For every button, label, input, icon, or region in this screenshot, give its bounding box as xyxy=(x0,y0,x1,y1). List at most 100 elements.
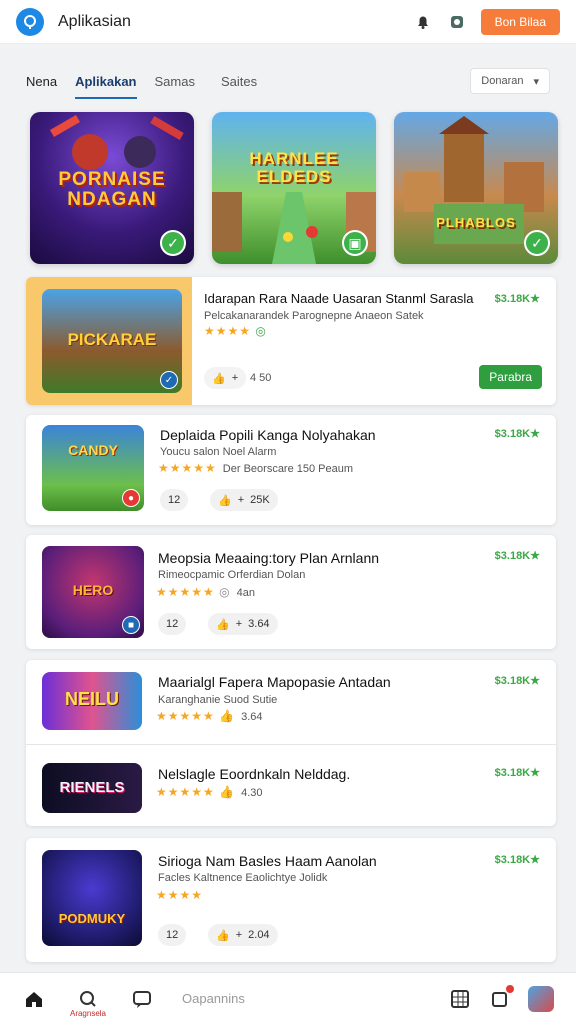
install-button[interactable]: Parabra xyxy=(479,365,542,389)
sort-dropdown[interactable]: Donaran ▾ xyxy=(470,68,550,94)
featured-row: PORNAISE NDAGAN ✓ HARNLEE ELDEDS ▣ PLHAB… xyxy=(30,112,558,264)
app-logo-icon[interactable] xyxy=(16,7,44,36)
star-rating: ★★★★★ Der Beorscare 150 Peaum xyxy=(158,461,354,475)
star-rating: ★★★★ xyxy=(156,888,204,902)
rating-note: 4.30 xyxy=(241,787,263,799)
price-badge: $3.18K★ xyxy=(494,293,540,305)
rating-note: 4an xyxy=(236,587,255,599)
tab-aplikakan[interactable]: Aplikakan xyxy=(75,68,137,99)
app-title[interactable]: Deplaida Popili Kanga Nolyahakan xyxy=(160,427,376,443)
rating-note: 3.64 xyxy=(241,711,263,723)
bottom-navigation: Aragnsela Oapannins xyxy=(0,972,576,1024)
check-icon: ✓ xyxy=(160,371,178,389)
rating-note: Der Beorscare 150 Peaum xyxy=(222,463,354,475)
app-title: Aplikasian xyxy=(58,12,131,30)
app-subtitle: Pelcakanarandek Parognepne Anaeon Satek xyxy=(204,310,424,322)
app-title[interactable]: Meopsia Meaaing:tory Plan Arnlann xyxy=(158,550,379,566)
image-icon[interactable]: ▣ xyxy=(342,230,368,256)
price-badge: $3.18K★ xyxy=(494,767,540,779)
home-icon[interactable] xyxy=(22,987,46,1011)
version-label: 12 xyxy=(168,494,181,506)
featured-art-text: PLHABLOS xyxy=(436,215,516,230)
like-count-chip[interactable]: 👍 + xyxy=(204,367,247,389)
version-chip[interactable]: 12 xyxy=(158,613,187,635)
star-rating: ★★★★★ 👍 3.64 xyxy=(156,709,263,723)
check-icon[interactable]: ✓ xyxy=(524,230,550,256)
app-art-text: NEILU xyxy=(65,689,119,709)
app-title[interactable]: Sirioga Nam Basles Haam Aanolan xyxy=(158,853,377,869)
search-icon[interactable]: Aragnsela xyxy=(70,987,106,1018)
gamepad-icon: ■ xyxy=(122,616,140,634)
price-badge: $3.18K★ xyxy=(494,428,540,440)
app-subtitle: Rimeocpamic Orferdian Dolan xyxy=(158,569,306,581)
tab-samas[interactable]: Samas xyxy=(155,68,195,95)
category-tabs: Nena Aplikakan Samas Saites Donaran ▾ xyxy=(0,60,576,102)
app-title[interactable]: Idarapan Rara Naade Uasaran Stanml Saras… xyxy=(204,291,474,306)
app-thumbnail[interactable]: PICKARAE ✓ xyxy=(42,289,182,393)
version-label: 12 xyxy=(166,618,179,630)
app-card[interactable]: PODMUKY Sirioga Nam Basles Haam Aanolan … xyxy=(26,838,556,962)
app-title[interactable]: Maarialgl Fapera Mapopasie Antadan xyxy=(158,674,391,690)
avatar[interactable] xyxy=(528,985,554,1012)
like-count-chip[interactable]: 👍 + 2.04 xyxy=(208,924,278,946)
app-thumbnail[interactable]: PODMUKY xyxy=(42,850,142,946)
featured-card[interactable]: HARNLEE ELDEDS ▣ xyxy=(212,112,376,264)
sort-label: Donaran xyxy=(481,75,524,87)
featured-card[interactable]: PORNAISE NDAGAN ✓ xyxy=(30,112,194,264)
chevron-down-icon: ▾ xyxy=(533,75,539,88)
top-action-button[interactable]: Bon Bilaa xyxy=(480,8,560,35)
plus-icon: + xyxy=(235,929,243,941)
app-art-text: PICKARAE xyxy=(67,329,157,349)
featured-card[interactable]: PLHABLOS ✓ xyxy=(394,112,558,264)
tab-saites[interactable]: Saites xyxy=(221,68,257,95)
app-card[interactable]: CANDY ● Deplaida Popili Kanga Nolyahakan… xyxy=(26,415,556,525)
app-thumbnail[interactable]: HERO ■ xyxy=(42,546,144,638)
app-card[interactable]: NEILU Maarialgl Fapera Mapopasie Antadan… xyxy=(26,660,556,744)
app-art-text: RIENELS xyxy=(59,779,125,796)
thumbs-up-icon: 👍 xyxy=(218,494,232,507)
top-bar: Aplikasian Bon Bilaa xyxy=(0,0,576,44)
version-label: 12 xyxy=(166,929,179,941)
app-list-panel: NEILU Maarialgl Fapera Mapopasie Antadan… xyxy=(26,660,556,826)
like-count: 2.04 xyxy=(248,929,270,941)
thumbs-up-icon: 👍 xyxy=(212,372,226,385)
notification-dot xyxy=(506,984,514,993)
bell-icon[interactable] xyxy=(413,12,433,32)
highlighted-app-card[interactable]: PICKARAE ✓ Idarapan Rara Naade Uasaran S… xyxy=(26,277,556,405)
app-thumbnail[interactable]: NEILU xyxy=(42,672,142,730)
version-chip[interactable]: 12 xyxy=(160,489,189,511)
version-chip[interactable]: 12 xyxy=(158,924,187,946)
download-count: 4 50 xyxy=(250,372,272,384)
app-art-text: HERO xyxy=(72,581,114,598)
tab-nena[interactable]: Nena xyxy=(26,68,57,95)
app-card[interactable]: HERO ■ Meopsia Meaaing:tory Plan Arnlann… xyxy=(26,535,556,649)
like-count-chip[interactable]: 👍 + 25K xyxy=(210,489,278,511)
app-title[interactable]: Nelslagle Eoordnkaln Nelddag. xyxy=(158,766,350,782)
app-art-text: PODMUKY xyxy=(58,911,126,926)
app-thumbnail[interactable]: CANDY ● xyxy=(42,425,144,511)
notification-icon[interactable] xyxy=(488,984,514,1011)
thumbs-up-icon: 👍 xyxy=(216,929,230,942)
plus-icon: + xyxy=(235,618,243,630)
star-rating: ★★★★★ ◎ 4an xyxy=(156,585,255,599)
star-rating: ★★★★★ 👍 4.30 xyxy=(156,785,263,799)
chat-icon[interactable] xyxy=(130,987,154,1011)
shield-icon[interactable] xyxy=(447,12,467,32)
thumbs-up-icon: 👍 xyxy=(216,618,230,631)
app-subtitle: Youcu salon Noel Alarm xyxy=(160,446,277,458)
app-art-text: CANDY xyxy=(68,442,118,458)
like-count-chip[interactable]: 👍 + 3.64 xyxy=(208,613,278,635)
nav-text-link[interactable]: Oapannins xyxy=(182,991,245,1006)
flame-icon: ● xyxy=(122,489,140,507)
price-badge: $3.18K★ xyxy=(494,854,540,866)
app-subtitle: Karanghanie Suod Sutie xyxy=(158,694,278,706)
price-badge: $3.18K★ xyxy=(494,675,540,687)
plus-icon: + xyxy=(231,372,239,384)
plus-icon: + xyxy=(237,494,245,506)
app-thumbnail[interactable]: RIENELS xyxy=(42,763,142,813)
check-icon[interactable]: ✓ xyxy=(160,230,186,256)
app-card[interactable]: RIENELS Nelslagle Eoordnkaln Nelddag. $3… xyxy=(26,745,556,826)
app-subtitle: Facles Kaltnence Eaolichtye Jolidk xyxy=(158,872,328,884)
grid-icon[interactable] xyxy=(448,987,472,1011)
like-count: 3.64 xyxy=(248,618,270,630)
